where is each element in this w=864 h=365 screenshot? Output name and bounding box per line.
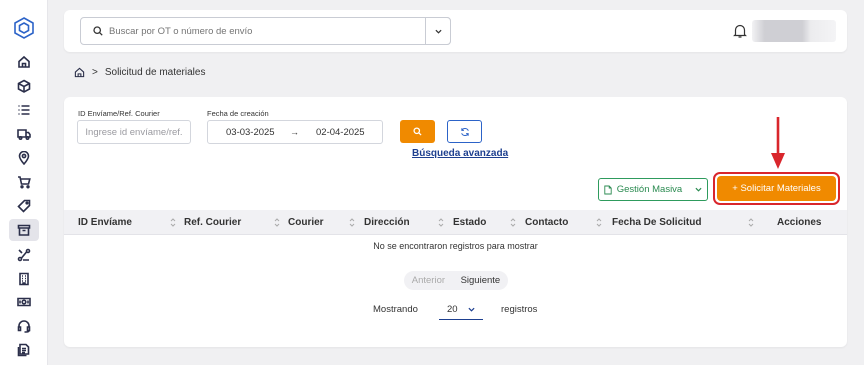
hexagon-logo-icon[interactable] <box>14 17 34 39</box>
id-filter-label: ID Envíame/Ref. Courier <box>78 109 160 118</box>
highlight-box: + Solicitar Materiales <box>713 172 840 205</box>
chevron-down-icon <box>434 29 442 34</box>
column-header-fecha-solicitud[interactable]: Fecha De Solicitud <box>612 210 701 235</box>
breadcrumb-separator: > <box>92 67 98 78</box>
sort-icon[interactable] <box>349 217 355 228</box>
box-icon[interactable] <box>14 76 34 96</box>
records-label: registros <box>501 304 538 315</box>
document-icon <box>604 185 612 194</box>
red-arrow-annotation <box>771 117 785 169</box>
money-icon[interactable] <box>14 292 34 312</box>
showing-label: Mostrando <box>373 304 418 315</box>
breadcrumb-current: Solicitud de materiales <box>104 67 206 78</box>
page-size-value: 20 <box>447 304 458 315</box>
sort-icon[interactable] <box>596 217 602 228</box>
sort-icon[interactable] <box>438 217 444 228</box>
column-header-contacto[interactable]: Contacto <box>525 210 568 235</box>
column-header-ref-courier[interactable]: Ref. Courier <box>184 210 241 235</box>
column-header-id-enviame[interactable]: ID Envíame <box>78 210 132 235</box>
advanced-search-link[interactable]: Búsqueda avanzada <box>412 148 508 159</box>
search-input[interactable] <box>109 25 450 37</box>
date-range-arrow: → <box>290 127 299 137</box>
archive-icon[interactable] <box>9 219 39 241</box>
top-bar <box>64 10 847 52</box>
column-header-direccion[interactable]: Dirección <box>364 210 410 235</box>
home-icon[interactable] <box>14 52 34 72</box>
sort-icon[interactable] <box>170 217 176 228</box>
search-box[interactable] <box>80 17 451 45</box>
gestion-masiva-button[interactable]: Gestión Masiva <box>598 178 708 201</box>
document-stack-icon[interactable] <box>14 340 34 360</box>
prev-page-button[interactable]: Anterior <box>412 275 445 286</box>
id-filter-input[interactable]: Ingrese id envíame/ref. <box>77 120 191 144</box>
solicitar-materiales-button[interactable]: + Solicitar Materiales <box>717 176 836 201</box>
search-icon <box>413 127 422 136</box>
date-from[interactable]: 03-03-2025 <box>226 127 275 138</box>
column-header-acciones: Acciones <box>777 217 822 228</box>
bell-icon[interactable] <box>733 23 747 39</box>
refresh-icon <box>460 127 469 136</box>
sidebar <box>0 0 48 365</box>
user-profile-blurred[interactable] <box>752 20 836 42</box>
page-size-select[interactable]: 20 <box>439 300 483 320</box>
pagination: Anterior Siguiente <box>404 271 508 290</box>
column-header-courier[interactable]: Courier <box>288 210 324 235</box>
sort-icon[interactable] <box>274 217 280 228</box>
search-button[interactable] <box>400 120 435 143</box>
sort-icon[interactable] <box>748 217 754 228</box>
chevron-down-icon <box>695 187 702 192</box>
tag-icon[interactable] <box>14 196 34 216</box>
cart-icon[interactable] <box>14 172 34 192</box>
date-to[interactable]: 02-04-2025 <box>316 127 365 138</box>
truck-icon[interactable] <box>14 124 34 144</box>
table-header: ID Envíame Ref. Courier Courier Direcció… <box>64 210 847 235</box>
route-icon[interactable] <box>14 245 34 265</box>
gestion-masiva-label: Gestión Masiva <box>616 184 683 195</box>
search-type-dropdown[interactable] <box>425 17 451 45</box>
chevron-down-icon <box>468 307 475 312</box>
main-card: ID Envíame/Ref. Courier Ingrese id envía… <box>64 97 847 347</box>
sort-icon[interactable] <box>510 217 516 228</box>
date-filter-label: Fecha de creación <box>207 109 269 118</box>
date-range-picker[interactable]: 03-03-2025 → 02-04-2025 <box>207 120 383 144</box>
column-header-estado[interactable]: Estado <box>453 210 486 235</box>
list-icon[interactable] <box>14 100 34 120</box>
headset-icon[interactable] <box>14 316 34 336</box>
home-icon[interactable] <box>74 67 85 78</box>
building-icon[interactable] <box>14 269 34 289</box>
location-pin-icon[interactable] <box>14 148 34 168</box>
search-icon <box>93 26 103 36</box>
breadcrumb: > Solicitud de materiales <box>74 67 205 78</box>
next-page-button[interactable]: Siguiente <box>461 275 501 286</box>
refresh-button[interactable] <box>447 120 482 143</box>
empty-table-message: No se encontraron registros para mostrar <box>373 241 538 251</box>
